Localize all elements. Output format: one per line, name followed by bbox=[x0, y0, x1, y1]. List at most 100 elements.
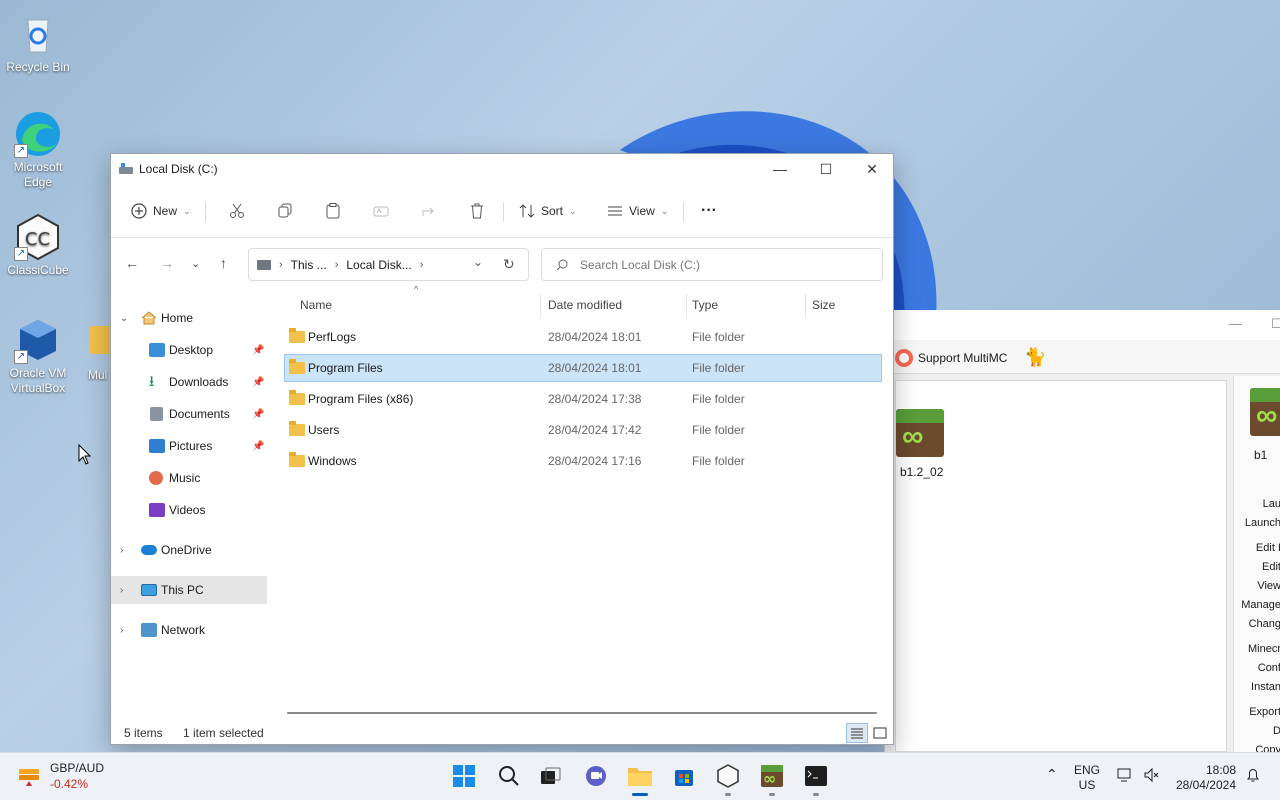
terminal-taskbar-button[interactable] bbox=[803, 763, 829, 789]
desktop-icon-virtualbox[interactable]: ↗ Oracle VM VirtualBox bbox=[0, 316, 76, 396]
up-arrow-icon[interactable]: ↑ bbox=[220, 255, 227, 271]
file-row[interactable]: PerfLogs 28/04/2024 18:01 File folder bbox=[284, 323, 882, 351]
file-name: Program Files (x86) bbox=[308, 392, 414, 406]
desktop-icon-recycle-bin[interactable]: Recycle Bin bbox=[0, 10, 76, 75]
column-header-date[interactable]: Date modified bbox=[548, 288, 622, 322]
window-title: Local Disk (C:) bbox=[139, 162, 218, 176]
file-row[interactable]: Windows 28/04/2024 17:16 File folder bbox=[284, 447, 882, 475]
file-name: PerfLogs bbox=[308, 330, 357, 344]
task-view-button[interactable] bbox=[538, 763, 564, 789]
titlebar[interactable]: Local Disk (C:) — ☐ ✕ bbox=[111, 154, 893, 184]
nav-item-network[interactable]: › Network bbox=[111, 616, 267, 644]
selected-instance[interactable]: ∞ b1 bbox=[1250, 388, 1280, 462]
close-button[interactable]: ✕ bbox=[849, 154, 895, 184]
delete-icon[interactable] bbox=[467, 201, 487, 221]
sort-button[interactable]: Sort ⌄ bbox=[519, 196, 577, 226]
maximize-icon[interactable]: ☐ bbox=[1271, 316, 1280, 332]
lang-top: ENG bbox=[1074, 763, 1101, 777]
side-action[interactable]: Manage bbox=[1241, 599, 1280, 611]
folder-icon bbox=[628, 768, 652, 786]
nav-item-documents[interactable]: Documents 📌 bbox=[111, 400, 267, 428]
address-bar[interactable]: › This ... › Local Disk... › ⌄ ↻ bbox=[248, 248, 529, 281]
minimize-button[interactable]: — bbox=[757, 154, 803, 184]
terminal-icon bbox=[805, 766, 827, 786]
file-row-selected[interactable]: Program Files 28/04/2024 18:01 File fold… bbox=[284, 354, 882, 382]
file-date: 28/04/2024 18:01 bbox=[548, 330, 642, 344]
column-divider[interactable] bbox=[686, 294, 687, 318]
nav-item-music[interactable]: Music bbox=[111, 464, 267, 492]
address-dropdown-icon[interactable]: ⌄ bbox=[473, 255, 483, 269]
instance-item[interactable]: ∞ b1.2_02 bbox=[896, 409, 968, 479]
side-action[interactable]: Edit I bbox=[1256, 542, 1280, 554]
support-label: Support MultiMC bbox=[918, 350, 1008, 365]
support-multimc-button[interactable]: Support MultiMC 🐈 bbox=[895, 347, 1047, 368]
network-status-icon[interactable] bbox=[1117, 767, 1133, 787]
classicube-taskbar-button[interactable] bbox=[715, 763, 741, 789]
file-explorer-window[interactable]: Local Disk (C:) — ☐ ✕ New ⌄ Sort ⌄ View … bbox=[110, 153, 894, 745]
column-divider[interactable] bbox=[540, 294, 541, 318]
side-action[interactable]: Conf bbox=[1258, 662, 1280, 674]
details-view-icon[interactable] bbox=[846, 723, 868, 743]
minimize-icon[interactable]: — bbox=[1229, 316, 1242, 331]
file-explorer-taskbar-button[interactable] bbox=[627, 763, 653, 789]
view-button[interactable]: View ⌄ bbox=[607, 196, 668, 226]
nav-item-downloads[interactable]: ⭳ Downloads 📌 bbox=[111, 368, 267, 396]
tiles-view-icon[interactable] bbox=[869, 723, 891, 743]
side-action[interactable]: Minecr bbox=[1248, 643, 1280, 655]
desktop-icon-edge[interactable]: ↗ Microsoft Edge bbox=[0, 110, 76, 190]
side-action[interactable]: D bbox=[1273, 725, 1280, 737]
instance-view[interactable]: ∞ b1.2_02 bbox=[895, 380, 1227, 752]
cut-icon[interactable] bbox=[227, 201, 247, 221]
nav-label: Downloads bbox=[169, 375, 229, 389]
multimc-window[interactable]: — ☐ Support MultiMC 🐈 ∞ b1.2_02 ∞ b1 Lau… bbox=[884, 310, 1280, 752]
column-header-type[interactable]: Type bbox=[692, 288, 718, 322]
column-divider[interactable] bbox=[805, 294, 806, 318]
side-action[interactable]: Chang bbox=[1249, 618, 1280, 630]
search-button[interactable] bbox=[496, 763, 522, 789]
side-action[interactable]: Export bbox=[1249, 706, 1280, 718]
desktop-icon-multimc[interactable]: Mul bbox=[80, 320, 110, 383]
notification-bell-icon[interactable] bbox=[1245, 767, 1261, 787]
nav-item-onedrive[interactable]: › OneDrive bbox=[111, 536, 267, 564]
nav-item-desktop[interactable]: Desktop 📌 bbox=[111, 336, 267, 364]
nav-item-videos[interactable]: Videos bbox=[111, 496, 267, 524]
nav-item-this-pc[interactable]: › This PC bbox=[111, 576, 267, 604]
refresh-icon[interactable]: ↻ bbox=[503, 256, 515, 273]
recent-chevron-icon[interactable]: ⌄ bbox=[191, 257, 200, 270]
teams-chat-button[interactable] bbox=[583, 763, 609, 789]
nav-item-home[interactable]: ⌄ Home bbox=[111, 304, 267, 332]
side-action[interactable]: Lau bbox=[1263, 498, 1280, 510]
horizontal-scrollbar[interactable] bbox=[287, 712, 877, 714]
more-options-button[interactable]: ··· bbox=[701, 196, 717, 226]
side-action[interactable]: View bbox=[1257, 580, 1280, 592]
store-button[interactable] bbox=[671, 763, 697, 789]
widgets-button[interactable]: GBP/AUD -0.42% bbox=[16, 761, 104, 791]
nav-item-pictures[interactable]: Pictures 📌 bbox=[111, 432, 267, 460]
copy-icon[interactable] bbox=[275, 201, 295, 221]
music-icon bbox=[149, 471, 163, 485]
clock[interactable]: 18:08 28/04/2024 bbox=[1172, 763, 1236, 793]
show-hidden-icons-chevron-icon[interactable]: ⌃ bbox=[1046, 767, 1058, 782]
column-header-name[interactable]: Name bbox=[300, 288, 332, 322]
file-row[interactable]: Users 28/04/2024 17:42 File folder bbox=[284, 416, 882, 444]
breadcrumb-this-pc[interactable]: This ... bbox=[291, 258, 327, 272]
breadcrumb-local-disk[interactable]: Local Disk... bbox=[346, 258, 411, 272]
column-header-size[interactable]: Size bbox=[812, 288, 835, 322]
new-button[interactable]: New ⌄ bbox=[131, 196, 191, 226]
side-action[interactable]: Edit bbox=[1262, 561, 1280, 573]
back-arrow-icon[interactable]: ← bbox=[125, 255, 139, 271]
language-indicator[interactable]: ENG US bbox=[1074, 763, 1100, 793]
side-action[interactable]: Launch bbox=[1245, 517, 1280, 529]
side-action[interactable]: Copy bbox=[1255, 744, 1280, 752]
side-action[interactable]: Instan bbox=[1251, 681, 1280, 693]
file-row[interactable]: Program Files (x86) 28/04/2024 17:38 Fil… bbox=[284, 385, 882, 413]
start-button[interactable] bbox=[451, 763, 477, 789]
maximize-button[interactable]: ☐ bbox=[803, 154, 849, 184]
volume-muted-icon[interactable] bbox=[1143, 767, 1159, 787]
desktop-icon-classicube[interactable]: CC ↗ ClassiCube bbox=[0, 213, 76, 278]
paste-icon[interactable] bbox=[323, 201, 343, 221]
search-icon bbox=[556, 259, 568, 270]
multimc-taskbar-button[interactable]: ∞ bbox=[759, 763, 785, 789]
search-box[interactable]: Search Local Disk (C:) bbox=[541, 248, 883, 281]
search-input[interactable]: Search Local Disk (C:) bbox=[580, 258, 700, 272]
